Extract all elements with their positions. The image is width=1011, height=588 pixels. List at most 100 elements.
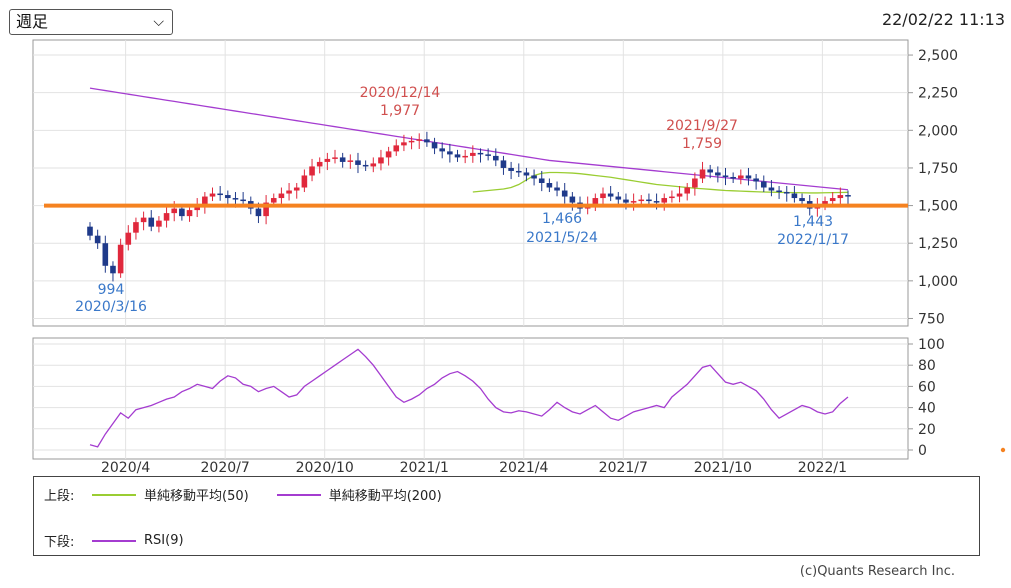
annotation-date: 2020/12/14 xyxy=(360,85,441,101)
candle-body xyxy=(845,195,851,197)
candle-body xyxy=(776,190,782,193)
stock-chart: 2,500 2,250 2,000 1,750 1,500 1,250 1,000 750 10… xyxy=(32,39,1006,476)
candle-body xyxy=(186,210,193,217)
candle-body xyxy=(638,199,645,202)
upper-ytick-label: 750 xyxy=(918,311,945,327)
candle-body xyxy=(470,152,476,156)
legend-row-upper: 上段: 単純移動平均(50) 単純移動平均(200) xyxy=(44,485,470,504)
candle-body xyxy=(707,169,713,173)
candle-body xyxy=(270,198,277,203)
xtick-label: 2022/1 xyxy=(798,460,847,476)
legend-row-lower: 下段: RSI(9) xyxy=(44,531,212,550)
candle-body xyxy=(293,187,300,191)
legend-item-rsi: RSI(9) xyxy=(92,533,184,548)
candle-body xyxy=(661,198,668,203)
candle-body xyxy=(722,175,729,177)
upper-ytick-label: 2,000 xyxy=(918,123,958,139)
upper-ytick-label: 1,250 xyxy=(918,236,958,252)
xtick-label: 2020/10 xyxy=(296,460,354,476)
candle-body xyxy=(117,244,124,274)
lower-ytick-label: 80 xyxy=(918,358,936,374)
legend-sma50-label: 単純移動平均(50) xyxy=(144,489,249,504)
candle-body xyxy=(431,142,438,149)
candle-body xyxy=(684,187,691,194)
candle-body xyxy=(738,175,744,179)
legend-line-sma200 xyxy=(276,493,321,496)
candle-body xyxy=(837,195,844,199)
annotation-date: 2020/3/16 xyxy=(75,299,147,315)
candle-body xyxy=(324,158,331,162)
candle-body xyxy=(163,213,170,221)
xtick-label: 2021/7 xyxy=(599,460,648,476)
candle-body xyxy=(561,190,568,197)
candle-body xyxy=(217,193,223,196)
candle-body xyxy=(515,170,522,173)
candle-body xyxy=(339,157,346,162)
upper-ytick-label: 1,750 xyxy=(918,161,958,177)
candle-body xyxy=(140,217,147,223)
candle-body xyxy=(401,142,407,146)
lower-panel-frame xyxy=(32,337,909,460)
candle-body xyxy=(538,178,545,183)
legend-rsi-label: RSI(9) xyxy=(144,533,184,548)
lower-ytick-label: 0 xyxy=(918,443,927,459)
candle-body xyxy=(87,226,93,236)
candle-body xyxy=(799,198,805,202)
legend-sma200-label: 単純移動平均(200) xyxy=(328,489,442,504)
candle-body xyxy=(630,201,637,203)
candle-body xyxy=(646,199,652,202)
legend-lower-label: 下段: xyxy=(44,535,75,550)
candle-body xyxy=(385,151,392,158)
legend-box: 上段: 単純移動平均(50) 単純移動平均(200) 下段: RSI(9) xyxy=(33,476,980,556)
candle-body xyxy=(156,220,162,227)
candle-body xyxy=(546,183,553,188)
lower-ytick-label: 20 xyxy=(918,422,936,438)
xtick-label: 2020/7 xyxy=(201,460,250,476)
candle-body xyxy=(500,160,507,168)
candle-body xyxy=(179,208,185,217)
candle-body xyxy=(692,178,698,188)
candle-body xyxy=(791,193,798,199)
candle-body xyxy=(623,199,629,203)
candle-body xyxy=(454,154,461,158)
candle-body xyxy=(600,193,606,199)
candle-body xyxy=(669,196,675,199)
legend-upper-label: 上段: xyxy=(44,489,75,504)
legend-line-rsi xyxy=(92,539,136,542)
candle-body xyxy=(485,154,491,156)
candle-body xyxy=(760,181,767,188)
candle-body xyxy=(439,148,446,152)
candle-body xyxy=(730,176,736,179)
candle-body xyxy=(699,169,706,179)
candle-body xyxy=(492,155,499,161)
marker-dot xyxy=(1000,447,1006,453)
candle-body xyxy=(462,155,468,158)
candle-body xyxy=(209,193,216,197)
annotation-value: 1,977 xyxy=(380,103,420,119)
candle-body xyxy=(133,222,139,233)
candle-body xyxy=(592,198,599,205)
lower-ytick-label: 60 xyxy=(918,379,936,395)
candle-body xyxy=(110,265,116,274)
upper-ytick-label: 1,000 xyxy=(918,274,958,290)
xtick-label: 2020/4 xyxy=(101,460,150,476)
candle-body xyxy=(362,164,369,167)
candle-body xyxy=(768,187,775,191)
candle-body xyxy=(477,152,484,155)
candle-body xyxy=(94,235,101,244)
candle-body xyxy=(715,172,721,176)
candle-body xyxy=(554,187,560,191)
lower-ytick-label: 40 xyxy=(918,401,936,417)
candle-body xyxy=(370,163,377,167)
candle-body xyxy=(232,198,239,200)
legend-item-sma50: 単純移動平均(50) xyxy=(92,485,249,504)
annotation-date: 2022/1/17 xyxy=(777,232,849,248)
candle-body xyxy=(148,217,155,227)
candle-body xyxy=(615,196,622,200)
copyright: (c)Quants Research Inc. xyxy=(799,564,955,579)
lower-ytick-label: 100 xyxy=(918,337,945,353)
candle-body xyxy=(225,195,231,199)
xtick-label: 2021/4 xyxy=(499,460,548,476)
candle-body xyxy=(745,175,752,179)
candle-body xyxy=(347,160,354,162)
